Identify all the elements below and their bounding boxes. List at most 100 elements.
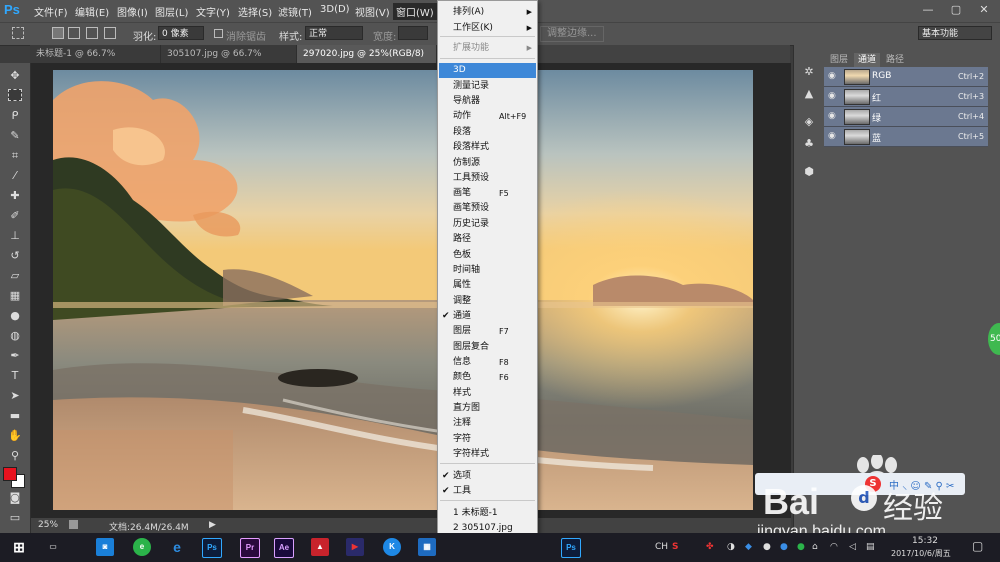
clone-stamp-icon[interactable]: ⊥ (7, 229, 23, 243)
channel-red[interactable]: ◉ 红 Ctrl+3 (824, 87, 988, 107)
menu-file[interactable]: 文件(F) (34, 4, 68, 19)
zoom-tool-icon[interactable]: ⚲ (7, 449, 23, 463)
status-menu-icon[interactable]: ▶ (209, 520, 216, 530)
browser-icon[interactable]: e (133, 538, 151, 556)
window-menu-item[interactable]: 时间轴 (439, 263, 536, 278)
clock-date[interactable]: 2017/10/6/周五 (891, 548, 951, 559)
window-menu-item[interactable]: 排列(A) ▶ (439, 5, 536, 20)
move-tool-icon[interactable]: ✥ (7, 69, 23, 83)
window-menu-item[interactable]: 画笔 F5 (439, 186, 536, 201)
tray-icon[interactable]: ● (763, 542, 771, 552)
network-icon[interactable]: ⌂ (812, 542, 818, 552)
app-store-icon[interactable]: ◙ (96, 538, 114, 556)
history-brush-icon[interactable]: ↺ (7, 249, 23, 263)
eyedropper-icon[interactable]: ⁄ (7, 169, 23, 183)
window-menu-item[interactable]: 颜色 F6 (439, 370, 536, 385)
style-select[interactable]: 正常 (305, 26, 363, 40)
window-menu-item[interactable]: 工具预设 (439, 171, 536, 186)
window-menu-item[interactable]: 图层 F7 (439, 324, 536, 339)
k-tray-icon[interactable]: ● (780, 542, 788, 552)
channel-blue[interactable]: ◉ 蓝 Ctrl+5 (824, 127, 988, 147)
blur-tool-icon[interactable]: ● (7, 309, 23, 323)
window-menu-item[interactable]: 3D (439, 63, 536, 78)
marquee-tool-icon[interactable] (8, 89, 22, 101)
input-language[interactable]: CH (655, 542, 668, 552)
aftereffects-app-icon[interactable]: Ae (274, 538, 294, 558)
healing-brush-icon[interactable]: ✚ (7, 189, 23, 203)
maximize-button[interactable]: ▢ (942, 0, 970, 20)
menu-type[interactable]: 文字(Y) (196, 4, 230, 19)
foreground-color[interactable] (3, 467, 17, 481)
adjustments-icon[interactable]: ✲ (802, 65, 816, 79)
gradient-tool-icon[interactable]: ▦ (7, 289, 23, 303)
menu-select[interactable]: 选择(S) (238, 4, 272, 19)
tab-layers[interactable]: 图层 (826, 53, 852, 67)
tab-297020[interactable]: 297020.jpg @ 25%(RGB/8) *× (297, 45, 437, 77)
window-menu-item[interactable]: 字符 (439, 432, 536, 447)
calculator-icon[interactable]: ▦ (418, 538, 436, 556)
window-menu-item[interactable]: ✔ 通道 (439, 309, 536, 324)
volume-icon[interactable]: ◁ (849, 542, 856, 552)
tray-icon[interactable]: ◑ (727, 542, 735, 552)
window-menu-item[interactable]: ✔ 工具 (439, 484, 536, 499)
window-menu-item[interactable]: 属性 (439, 278, 536, 293)
photoshop-active-icon[interactable]: Ps (561, 538, 581, 558)
path-select-icon[interactable]: ➤ (7, 389, 23, 403)
ie-icon[interactable]: e (168, 538, 186, 556)
window-menu-item[interactable]: 图层复合 (439, 340, 536, 355)
intersect-selection-icon[interactable] (104, 27, 116, 39)
lasso-tool-icon[interactable]: ᑭ (7, 109, 23, 123)
eye-icon[interactable]: ◉ (828, 111, 838, 121)
menu-edit[interactable]: 编辑(E) (75, 4, 109, 19)
rectangle-tool-icon[interactable]: ▬ (7, 409, 23, 423)
new-selection-icon[interactable] (52, 27, 64, 39)
quick-select-icon[interactable]: ✎ (7, 129, 23, 143)
keyboard-icon[interactable]: ▤ (866, 542, 875, 552)
tab-paths[interactable]: 路径 (882, 53, 908, 67)
brush-tool-icon[interactable]: ✐ (7, 209, 23, 223)
menu-3d[interactable]: 3D(D) (320, 4, 350, 15)
tab-305107[interactable]: 305107.jpg @ 66.7%(RGB/8)× (161, 45, 297, 77)
window-menu-item[interactable]: 色板 (439, 248, 536, 263)
window-menu-item[interactable]: 字符样式 (439, 447, 536, 462)
subtract-selection-icon[interactable] (86, 27, 98, 39)
window-menu-item[interactable]: 段落 (439, 125, 536, 140)
tab-channels[interactable]: 通道 (854, 53, 881, 67)
crop-tool-icon[interactable]: ⌗ (7, 149, 23, 163)
zoom-level[interactable]: 25% (38, 520, 58, 530)
hand-tool-icon[interactable]: ✋ (7, 429, 23, 443)
k-app-icon[interactable]: K (383, 538, 401, 556)
window-menu-item[interactable]: 导航器 (439, 94, 536, 109)
sogou-tray-icon[interactable]: S (672, 542, 678, 552)
menu-image[interactable]: 图像(I) (117, 4, 148, 19)
window-menu-item[interactable]: 1 未标题-1 (439, 506, 536, 521)
brush-preset-icon[interactable]: ◈ (802, 115, 816, 129)
eye-icon[interactable]: ◉ (828, 91, 838, 101)
minimize-button[interactable]: — (914, 0, 942, 20)
dodge-tool-icon[interactable]: ◍ (7, 329, 23, 343)
window-menu-item[interactable]: ✔ 选项 (439, 469, 536, 484)
window-menu-item[interactable]: 画笔预设 (439, 201, 536, 216)
3d-icon[interactable]: ⬢ (802, 165, 816, 179)
eraser-icon[interactable]: ▱ (7, 269, 23, 283)
refine-edge-button[interactable]: 调整边缘... (540, 26, 604, 42)
tray-icon[interactable]: ● (797, 542, 805, 552)
clock-time[interactable]: 15:32 (912, 536, 938, 546)
window-menu-item[interactable]: 直方图 (439, 401, 536, 416)
eye-icon[interactable]: ◉ (828, 131, 838, 141)
photoshop-app-icon[interactable]: Ps (202, 538, 222, 558)
screen-mode-icon[interactable]: ▭ (7, 511, 23, 525)
window-menu-item[interactable]: 历史记录 (439, 217, 536, 232)
feather-input[interactable]: 0 像素 (158, 26, 204, 40)
task-view-icon[interactable]: ▭ (44, 538, 62, 556)
notification-icon[interactable]: ▢ (972, 539, 983, 553)
menu-window[interactable]: 窗口(W) (393, 3, 437, 20)
beach-sunset-photo[interactable] (53, 70, 753, 510)
windows-start-icon[interactable]: ⊞ (10, 538, 28, 556)
window-menu-item[interactable]: 注释 (439, 416, 536, 431)
premiere-app-icon[interactable]: Pr (240, 538, 260, 558)
workspace-select[interactable]: 基本功能 (918, 26, 992, 40)
acrobat-icon[interactable]: ▲ (311, 538, 329, 556)
window-menu-item[interactable]: 信息 F8 (439, 355, 536, 370)
width-input[interactable] (398, 26, 428, 40)
